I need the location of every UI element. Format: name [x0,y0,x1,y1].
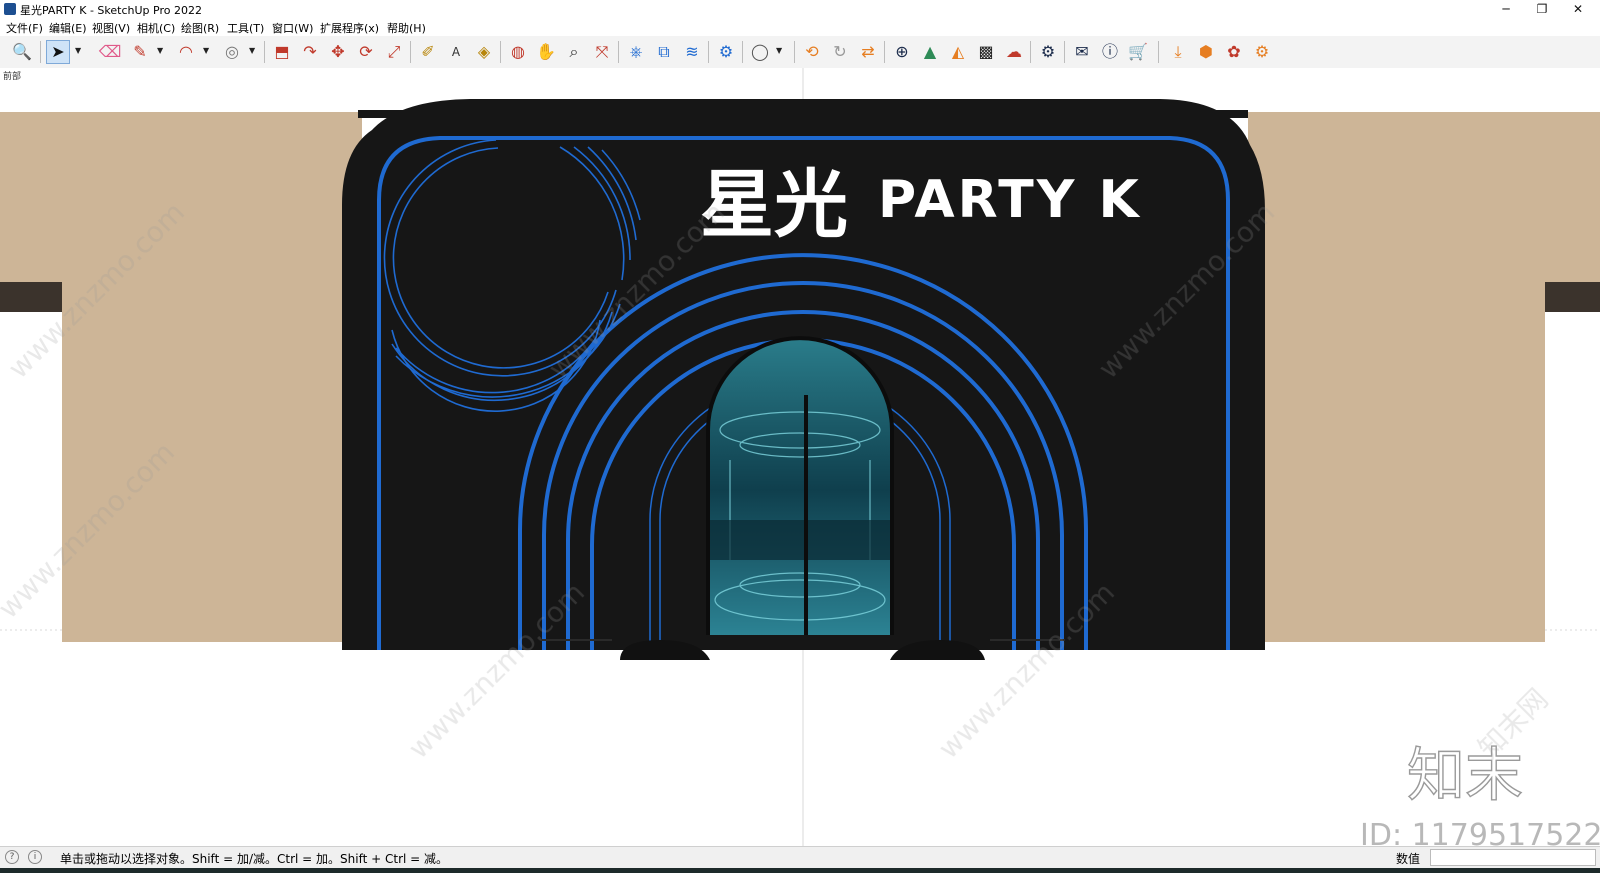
sign-chinese: 星光 [700,162,848,248]
menu-edit[interactable]: 编辑(E) [49,20,87,36]
main-toolbar: 🔍 ➤ ▼ ⌫ ✎ ▼ ◠ ▼ ◎ ▼ ⬒ ↷ ✥ ⟳ ⤢ ✐ A ◈ ◍ ✋ … [0,36,1600,69]
layers-icon[interactable]: ≋ [680,40,704,64]
status-hint: 单击或拖动以选择对象。Shift = 加/减。Ctrl = 加。Shift + … [60,852,449,866]
toolbar-separator [1030,41,1031,63]
right-wall-upper [1545,112,1600,282]
left-trim-band [0,282,62,312]
menu-tools[interactable]: 工具(T) [227,20,264,36]
right-trim-band [1545,282,1600,312]
zoom-icon[interactable]: 🔍 [10,40,34,64]
paint-bucket-icon[interactable]: ◈ [472,40,496,64]
sketchup-app-icon [4,3,16,15]
styles-icon[interactable]: ⚙ [714,40,738,64]
left-wall [62,112,362,642]
text-label-icon[interactable]: A [444,40,468,64]
scene-tab[interactable]: 前部 [3,69,21,82]
watermark-id: ID: 1179517522 [1360,818,1600,846]
mail-icon[interactable]: ✉ [1070,40,1094,64]
orbit-icon[interactable]: ◍ [506,40,530,64]
status-bar: ? i 单击或拖动以选择对象。Shift = 加/减。Ctrl = 加。Shif… [0,846,1600,869]
watermark-logo: 知末 [1407,741,1523,809]
sign-english: PARTY K [878,170,1142,230]
arc-icon[interactable]: ◠ [174,40,198,64]
select-arrow-icon[interactable]: ➤ [46,40,70,64]
menu-extensions[interactable]: 扩展程序(x) [320,20,379,36]
close-button[interactable]: ✕ [1562,0,1594,18]
toolbar-separator [708,41,709,63]
toolbar-separator [1158,41,1159,63]
menu-camera[interactable]: 相机(C) [137,20,175,36]
plugin-red-icon[interactable]: ✿ [1222,40,1246,64]
taskbar-strip [0,868,1600,873]
rotate-icon[interactable]: ⟳ [354,40,378,64]
toolbar-separator [264,41,265,63]
right-wall [1248,112,1545,642]
minimize-button[interactable]: ─ [1490,0,1522,18]
chevron-down-icon[interactable]: ▼ [203,46,209,55]
scene-drawing: 星光 PARTY K www.znzmo.com www.znzmo.com w… [0,68,1600,846]
checker-icon[interactable]: ▩ [974,40,998,64]
circle-shape-icon[interactable]: ◎ [220,40,244,64]
cloud-upload-icon[interactable]: ☁ [1002,40,1026,64]
chevron-down-icon[interactable]: ▼ [157,46,163,55]
zoom-tool-icon[interactable]: ⌕ [562,40,586,64]
toolbar-separator [40,41,41,63]
tape-measure-icon[interactable]: ✐ [416,40,440,64]
zoom-extents-icon[interactable]: ⤧ [590,40,614,64]
toolbar-separator [1064,41,1065,63]
menu-draw[interactable]: 绘图(R) [181,20,219,36]
left-wall-upper [0,112,62,282]
account-icon[interactable]: ◯ [748,40,772,64]
export-icon[interactable]: ⟲ [800,40,824,64]
info-icon[interactable]: ⓘ [1098,40,1122,64]
push-pull-icon[interactable]: ⬒ [270,40,294,64]
pencil-icon[interactable]: ✎ [128,40,152,64]
plugin-gear-icon[interactable]: ⚙ [1250,40,1274,64]
eraser-icon[interactable]: ⌫ [98,40,122,64]
measurements-label: 数值 [1396,852,1421,866]
follow-me-icon[interactable]: ↷ [298,40,322,64]
maximize-button[interactable]: ❐ [1526,0,1558,18]
scale-icon[interactable]: ⤢ [382,40,406,64]
toolbar-separator [742,41,743,63]
refresh-icon[interactable]: ↻ [828,40,852,64]
tree-icon[interactable]: ▲ [918,40,942,64]
add-icon[interactable]: ⊕ [890,40,914,64]
terrain-icon[interactable]: ◭ [946,40,970,64]
toolbar-separator [410,41,411,63]
facade-top-cap [358,110,1248,118]
toolbar-separator [618,41,619,63]
info-icon[interactable]: i [28,850,42,864]
menu-help[interactable]: 帮助(H) [387,20,426,36]
toolbar-separator [500,41,501,63]
menu-view[interactable]: 视图(V) [92,20,130,36]
import-icon[interactable]: ⤓ [1166,40,1190,64]
move-icon[interactable]: ✥ [326,40,350,64]
pan-hand-icon[interactable]: ✋ [534,40,558,64]
menu-bar: 文件(F) 编辑(E) 视图(V) 相机(C) 绘图(R) 工具(T) 窗口(W… [0,18,1600,36]
menu-window[interactable]: 窗口(W) [272,20,313,36]
toolbar-separator [794,41,795,63]
chevron-down-icon[interactable]: ▼ [776,46,782,55]
swap-icon[interactable]: ⇄ [856,40,880,64]
plugin-orange-icon[interactable]: ⬢ [1194,40,1218,64]
components-icon[interactable]: ⧉ [652,40,676,64]
title-bar: 星光PARTY K - SketchUp Pro 2022 ─ ❐ ✕ [0,0,1600,18]
menu-file[interactable]: 文件(F) [6,20,43,36]
model-viewport[interactable]: 星光 PARTY K www.znzmo.com www.znzmo.com w… [0,68,1600,846]
settings-gears-icon[interactable]: ⚙ [1036,40,1060,64]
entrance-door [708,340,892,635]
measurements-input[interactable] [1430,849,1596,866]
toolbar-separator [884,41,885,63]
cart-icon[interactable]: 🛒 [1126,40,1150,64]
warehouse-icon[interactable]: ⎈ [624,40,648,64]
window-title: 星光PARTY K - SketchUp Pro 2022 [20,4,202,17]
chevron-down-icon[interactable]: ▼ [249,46,255,55]
geo-location-icon[interactable]: ? [5,850,19,864]
chevron-down-icon[interactable]: ▼ [75,46,81,55]
door-divider [804,395,808,635]
